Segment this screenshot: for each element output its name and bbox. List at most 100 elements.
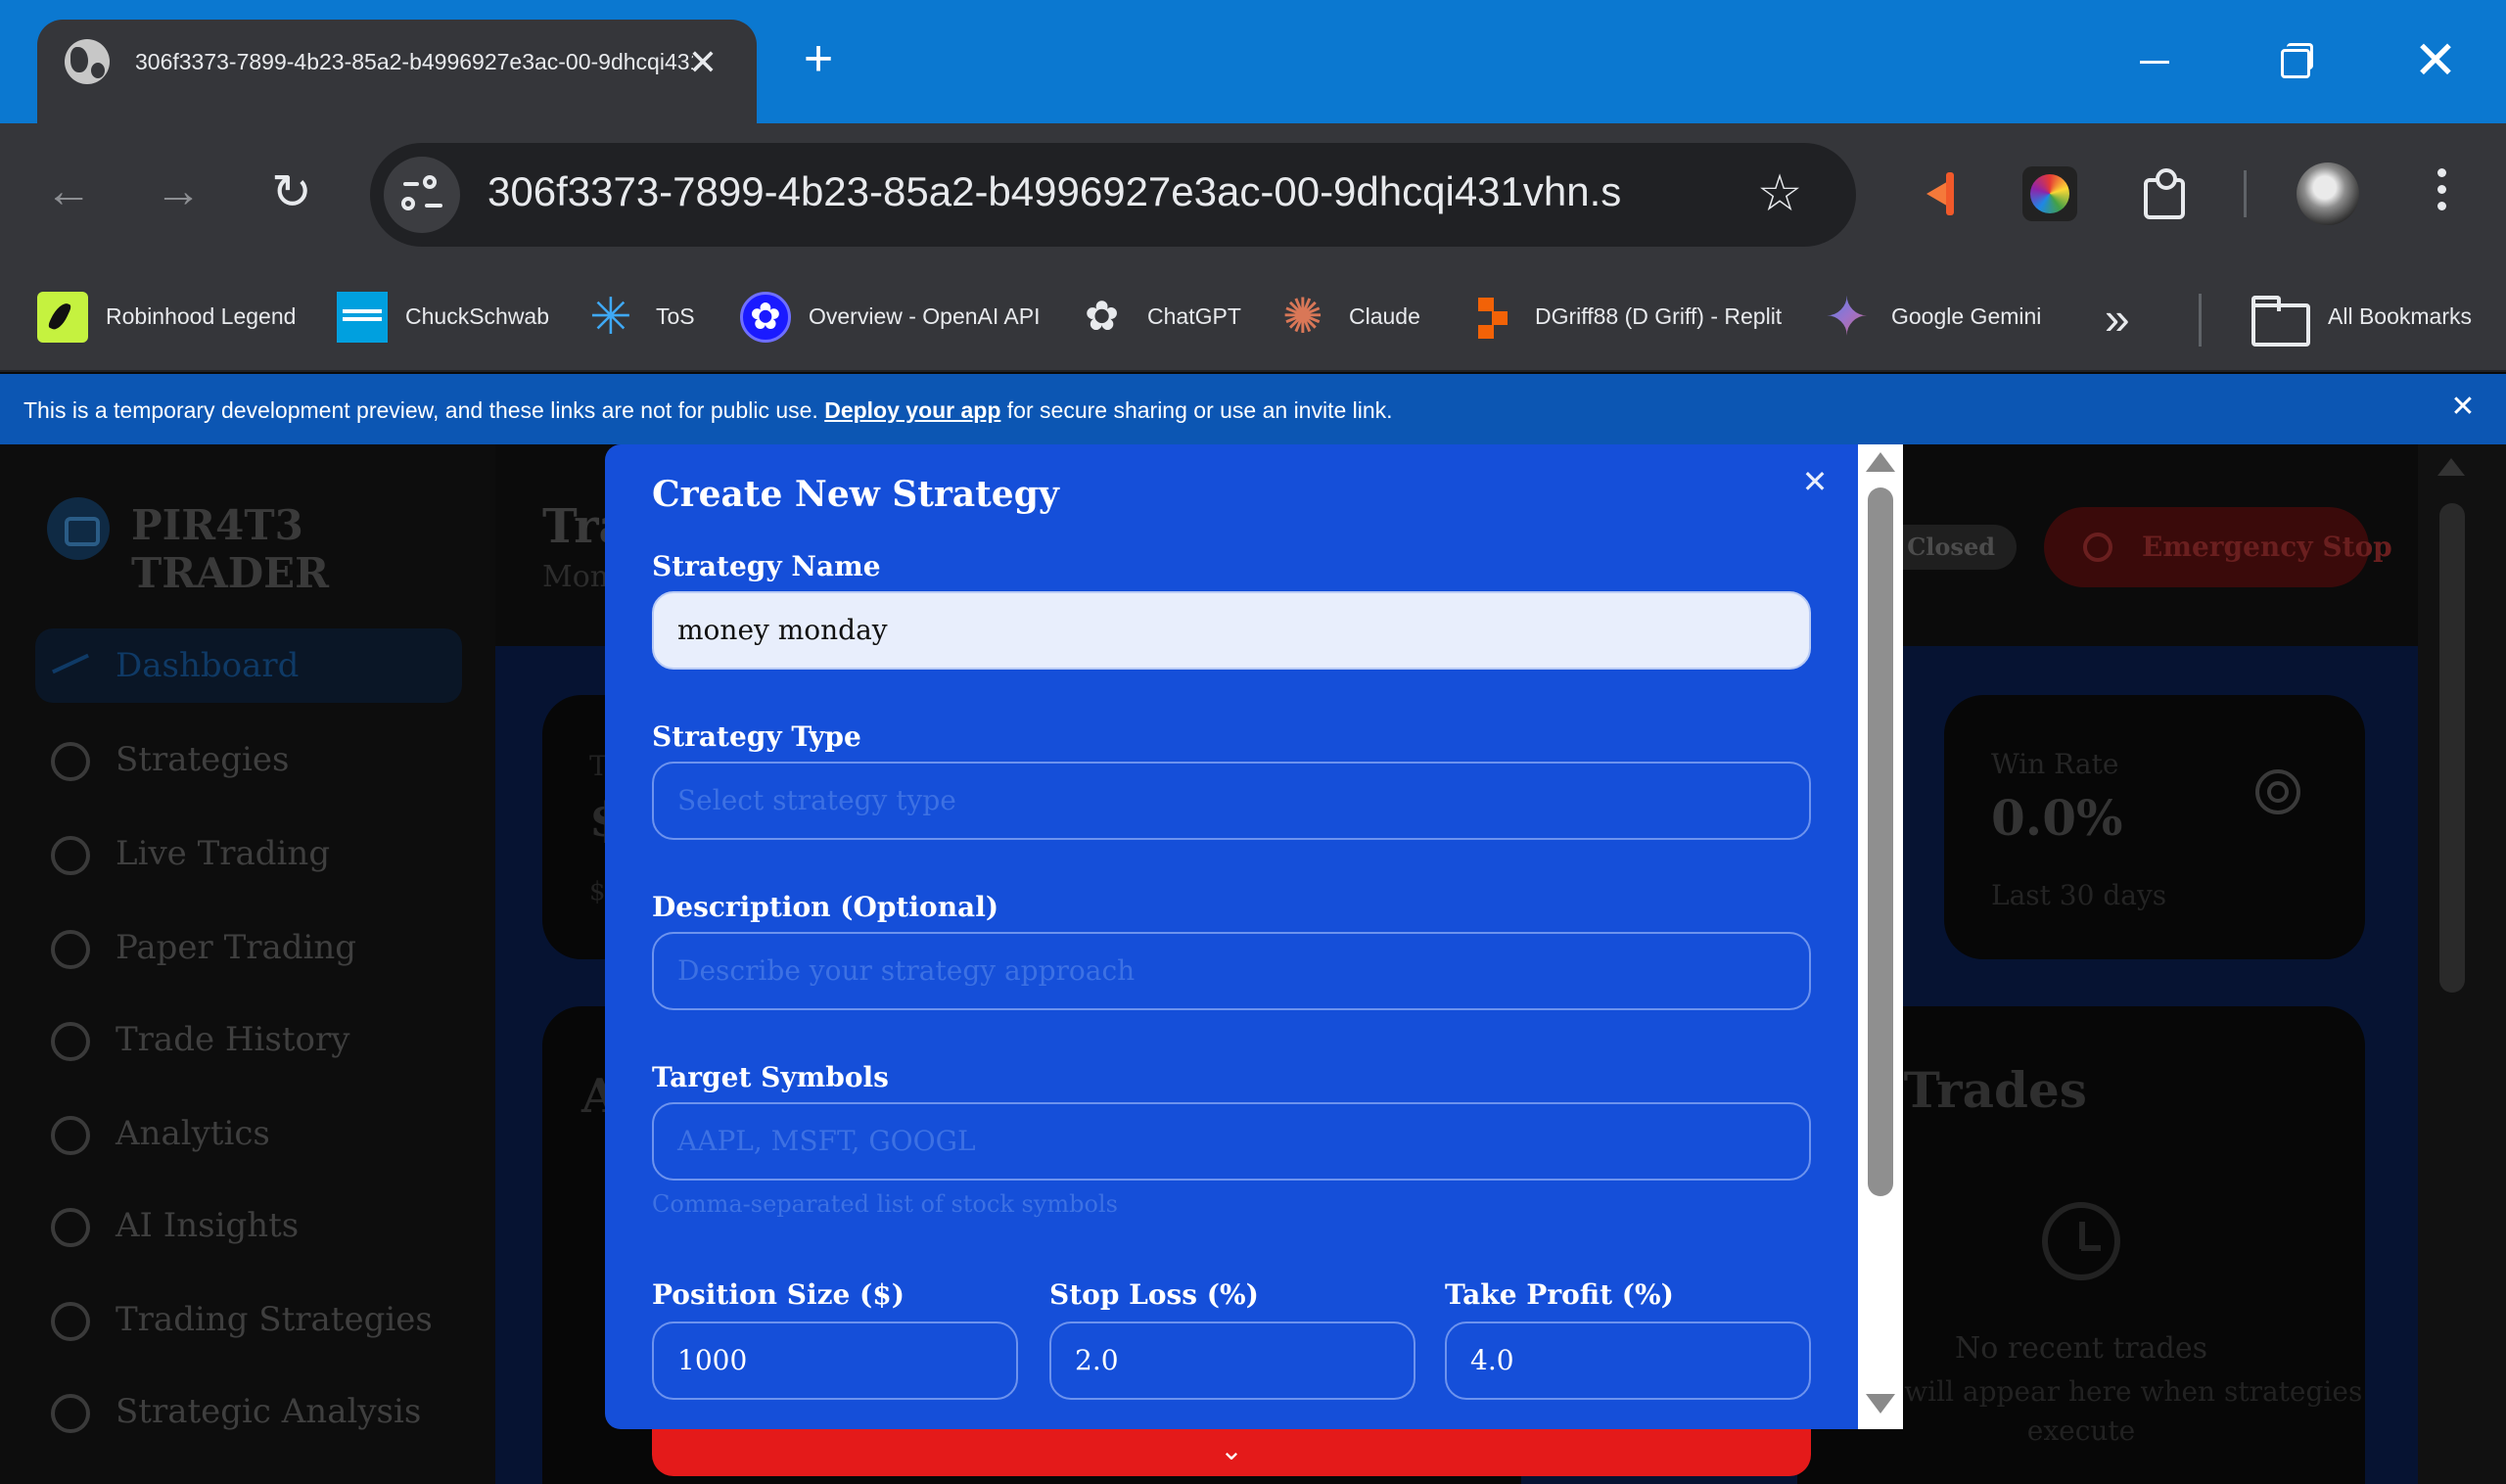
more-bookmarks-button[interactable]: » — [2105, 294, 2130, 343]
sidebar-item-paper-trading[interactable]: Paper Trading — [35, 910, 462, 985]
modal-close-button[interactable]: ✕ — [1795, 462, 1834, 501]
lightning-icon — [51, 1302, 90, 1341]
scroll-down-arrow-icon[interactable] — [1866, 1394, 1895, 1414]
schwab-icon — [337, 292, 388, 343]
emergency-stop-button[interactable]: Emergency Stop — [2044, 507, 2392, 587]
position-size-input[interactable]: 1000 — [652, 1322, 1018, 1400]
robinhood-icon — [37, 292, 88, 343]
create-strategy-submit-button[interactable]: ⌄ — [652, 1429, 1811, 1476]
profile-avatar[interactable] — [2297, 162, 2359, 225]
document-icon — [51, 930, 90, 969]
sidebar-item-live-trading[interactable]: Live Trading — [35, 816, 462, 891]
target-symbols-input[interactable]: AAPL, MSFT, GOOGL — [652, 1102, 1811, 1181]
modal-scrollbar[interactable] — [1858, 444, 1903, 1429]
browser-tab[interactable]: 306f3373-7899-4b23-85a2-b4996927e3ac-00-… — [37, 20, 757, 123]
browser-toolbar: ← → ↻ 306f3373-7899-4b23-85a2-b4996927e3… — [0, 123, 2506, 268]
sidebar-item-strategies[interactable]: Strategies — [35, 722, 462, 797]
description-input[interactable]: Describe your strategy approach — [652, 932, 1811, 1010]
deploy-app-link[interactable]: Deploy your app — [824, 397, 1000, 423]
toolbar-divider — [2244, 170, 2247, 217]
bookmark-label: ToS — [656, 303, 695, 329]
emergency-stop-label: Emergency Stop — [2142, 531, 2392, 563]
modal-scrollbar-thumb[interactable] — [1868, 487, 1893, 1196]
bookmark-star-icon[interactable]: ☆ — [1748, 162, 1811, 225]
sidebar-item-dashboard[interactable]: Dashboard — [35, 628, 462, 703]
take-profit-label: Take Profit (%) — [1445, 1278, 1674, 1311]
bar-chart-icon — [51, 1116, 90, 1155]
banner-text: This is a temporary development preview,… — [23, 397, 1393, 423]
address-bar[interactable]: 306f3373-7899-4b23-85a2-b4996927e3ac-00-… — [370, 143, 1856, 247]
stop-loss-label: Stop Loss (%) — [1049, 1278, 1259, 1311]
strategy-type-placeholder: Select strategy type — [677, 784, 956, 816]
target-icon — [2255, 769, 2300, 814]
bookmark-label: DGriff88 (D Griff) - Replit — [1535, 303, 1783, 329]
tab-title: 306f3373-7899-4b23-85a2-b4996927e3ac-00-… — [135, 49, 693, 74]
extensions-puzzle-icon[interactable] — [2136, 166, 2191, 221]
brain-extension-icon[interactable] — [2022, 166, 2077, 221]
strategy-name-input[interactable]: money monday — [652, 591, 1811, 670]
bot-logo-icon — [47, 497, 110, 560]
stop-loss-input[interactable]: 2.0 — [1049, 1322, 1415, 1400]
scroll-up-arrow-icon[interactable] — [1866, 452, 1895, 472]
chatgpt-icon — [1079, 292, 1130, 343]
bookmarks-divider — [2199, 294, 2202, 347]
bookmark-label: Claude — [1349, 303, 1420, 329]
banner-close-button[interactable]: ✕ — [2447, 392, 2479, 423]
app-logo: PIR4T3 TRADER — [131, 501, 330, 597]
sidebar-item-trade-history[interactable]: Trade History — [35, 1002, 462, 1077]
sidebar-label: Live Trading — [116, 834, 331, 873]
bookmark-label: Google Gemini — [1891, 303, 2042, 329]
sidebar-item-strategic-analysis[interactable]: Strategic Analysis — [35, 1374, 462, 1449]
folder-icon — [2251, 292, 2310, 347]
strategy-type-select[interactable]: Select strategy type — [652, 762, 1811, 840]
win-rate-card: Win Rate 0.0% Last 30 days — [1944, 695, 2365, 959]
gemini-icon — [1823, 286, 1874, 348]
minimize-button[interactable] — [2124, 35, 2183, 86]
trend-icon — [51, 648, 90, 687]
sidebar-label: Strategic Analysis — [116, 1392, 422, 1431]
position-size-label: Position Size ($) — [652, 1278, 905, 1311]
tos-icon — [587, 288, 638, 347]
tab-strip: 306f3373-7899-4b23-85a2-b4996927e3ac-00-… — [0, 0, 2506, 123]
scroll-up-arrow-icon[interactable] — [2437, 458, 2465, 476]
sidebar-label: Dashboard — [116, 646, 300, 685]
target-symbols-label: Target Symbols — [652, 1061, 889, 1093]
history-icon — [51, 1022, 90, 1061]
restore-button[interactable] — [2263, 35, 2322, 86]
sidebar-label: AI Insights — [116, 1206, 300, 1245]
new-tab-button[interactable]: + — [795, 33, 842, 84]
create-strategy-modal: Create New Strategy ✕ Strategy Name mone… — [605, 444, 1858, 1429]
megaphone-extension-icon[interactable] — [1909, 166, 1964, 221]
target-symbols-help: Comma-separated list of stock symbols — [652, 1190, 1118, 1218]
description-label: Description (Optional) — [652, 891, 999, 923]
sidebar-item-analytics[interactable]: Analytics — [35, 1096, 462, 1171]
modal-title: Create New Strategy — [652, 474, 1059, 515]
description-placeholder: Describe your strategy approach — [677, 954, 1136, 987]
take-profit-input[interactable]: 4.0 — [1445, 1322, 1811, 1400]
sidebar-label: Paper Trading — [116, 928, 357, 967]
dev-preview-banner: This is a temporary development preview,… — [0, 374, 2506, 444]
win-rate-period: Last 30 days — [1991, 879, 2167, 911]
bookmark-label: ChatGPT — [1147, 303, 1241, 329]
window-close-button[interactable]: ✕ — [2406, 34, 2465, 87]
replit-icon — [1466, 292, 1517, 343]
sidebar-item-trading-strategies[interactable]: Trading Strategies — [35, 1282, 462, 1357]
tab-close-button[interactable]: ✕ — [683, 43, 722, 82]
scrollbar-thumb[interactable] — [2439, 503, 2465, 993]
activity-icon — [51, 836, 90, 875]
back-button[interactable]: ← — [39, 162, 98, 221]
reload-button[interactable]: ↻ — [262, 162, 321, 221]
kebab-menu-icon[interactable] — [2432, 162, 2451, 225]
forward-button[interactable]: → — [149, 162, 208, 221]
stat-sub: $ — [589, 877, 606, 906]
site-settings-icon[interactable] — [384, 157, 460, 233]
url-text[interactable]: 306f3373-7899-4b23-85a2-b4996927e3ac-00-… — [487, 168, 1623, 215]
history-icon — [2042, 1202, 2120, 1280]
page-subtitle: Mon — [542, 560, 610, 594]
brain-icon — [51, 1208, 90, 1247]
target-icon — [51, 1394, 90, 1433]
strategy-type-label: Strategy Type — [652, 720, 861, 753]
sidebar-item-ai-insights[interactable]: AI Insights — [35, 1188, 462, 1263]
page-scrollbar[interactable] — [2418, 444, 2506, 1484]
all-bookmarks-label: All Bookmarks — [2328, 303, 2472, 329]
